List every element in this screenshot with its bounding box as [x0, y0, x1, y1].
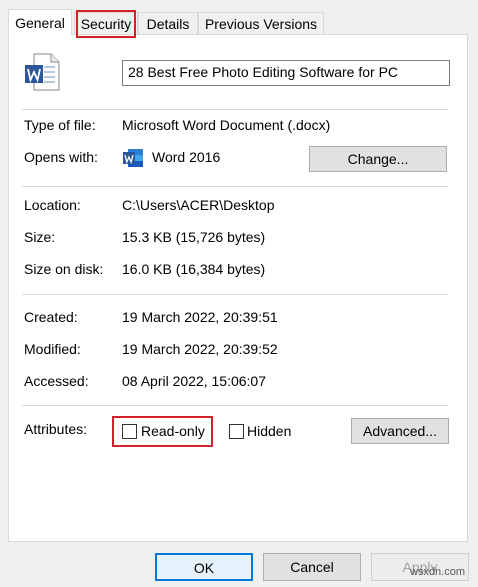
separator — [22, 186, 448, 187]
hidden-label[interactable]: Hidden — [247, 423, 291, 439]
opens-with-value: Word 2016 — [152, 149, 221, 165]
panel-content: 28 Best Free Photo Editing Software for … — [0, 0, 478, 587]
accessed-value: 08 April 2022, 15:06:07 — [122, 373, 267, 389]
watermark: wsxdn.com — [410, 566, 466, 578]
read-only-label[interactable]: Read-only — [141, 423, 205, 439]
size-on-disk-value: 16.0 KB (16,384 bytes) — [122, 261, 266, 277]
word-document-icon — [24, 53, 60, 91]
location-label: Location: — [24, 197, 81, 213]
size-value: 15.3 KB (15,726 bytes) — [122, 229, 266, 245]
read-only-checkbox[interactable] — [122, 424, 137, 439]
type-of-file-label: Type of file: — [24, 117, 96, 133]
type-of-file-value: Microsoft Word Document (.docx) — [122, 117, 331, 133]
modified-label: Modified: — [24, 341, 81, 357]
accessed-label: Accessed: — [24, 373, 89, 389]
size-on-disk-label: Size on disk: — [24, 261, 104, 277]
location-value: C:\Users\ACER\Desktop — [122, 197, 275, 213]
created-label: Created: — [24, 309, 78, 325]
separator — [22, 109, 448, 110]
advanced-button[interactable]: Advanced... — [351, 418, 449, 444]
created-value: 19 March 2022, 20:39:51 — [122, 309, 278, 325]
size-label: Size: — [24, 229, 56, 245]
attributes-label: Attributes: — [24, 421, 88, 437]
separator — [22, 294, 448, 295]
opens-with-label: Opens with: — [24, 149, 98, 165]
file-name-field[interactable]: 28 Best Free Photo Editing Software for … — [122, 60, 450, 86]
change-button[interactable]: Change... — [309, 146, 447, 172]
word-app-icon — [122, 148, 144, 168]
hidden-checkbox[interactable] — [229, 424, 244, 439]
properties-dialog: { "tabs": [ {"label": "General"}, {"labe… — [0, 0, 478, 587]
separator — [22, 405, 448, 406]
modified-value: 19 March 2022, 20:39:52 — [122, 341, 278, 357]
